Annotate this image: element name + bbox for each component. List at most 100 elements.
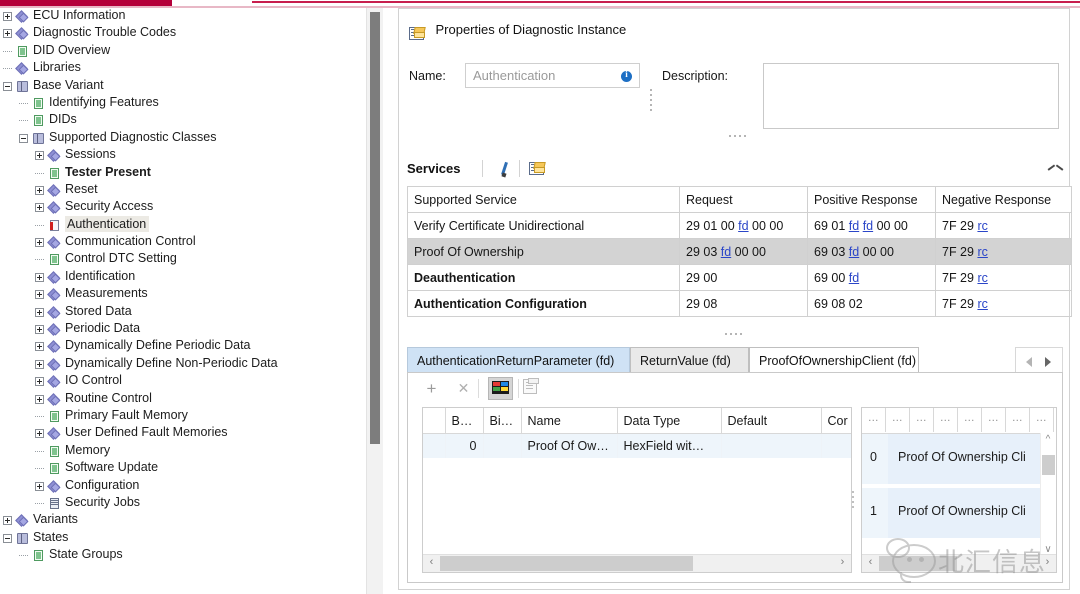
tree-toggle-expand-icon[interactable] — [34, 286, 47, 303]
tree-toggle-expand-icon[interactable] — [34, 391, 47, 408]
tree-item-io-control[interactable]: IO Control — [0, 373, 366, 390]
tree-toggle-expand-icon[interactable] — [34, 269, 47, 286]
value-grid[interactable]: … … … … … … … … 0 Proof Of Ownership Cli 1 Proof O… — [861, 407, 1057, 573]
horizontal-splitter-grip-top[interactable] — [729, 135, 751, 139]
parameter-grid-hscrollbar[interactable]: ‹ › — [423, 554, 851, 572]
value-grid-hscrollbar[interactable]: ‹ › — [862, 554, 1056, 572]
value-hscroll-thumb[interactable] — [879, 556, 957, 571]
tab-proofofownershipclient-fd-[interactable]: ProofOfOwnershipClient (fd) — [749, 347, 919, 374]
hex-link[interactable]: rc — [977, 245, 987, 259]
properties-icon-small[interactable] — [529, 161, 546, 177]
hscroll-left-arrow[interactable]: ‹ — [423, 555, 440, 571]
tree-item-stored-data[interactable]: Stored Data — [0, 304, 366, 321]
tab-nav-buttons[interactable] — [1015, 347, 1063, 373]
tree-item-ecu-information[interactable]: ECU Information — [0, 8, 366, 25]
hex-link[interactable]: rc — [977, 219, 987, 233]
vscroll-up-arrow[interactable]: ^ — [1041, 433, 1055, 447]
tree-item-dynamically-define-periodic-data[interactable]: Dynamically Define Periodic Data — [0, 338, 366, 355]
tree-item-configuration[interactable]: Configuration — [0, 478, 366, 495]
parameter-hscroll-thumb[interactable] — [440, 556, 693, 571]
tree-toggle-expand-icon[interactable] — [34, 234, 47, 251]
value-hscroll-right-arrow[interactable]: › — [1039, 555, 1056, 571]
tree-item-state-groups[interactable]: State Groups — [0, 547, 366, 564]
list-properties-icon[interactable] — [522, 378, 540, 396]
tree-item-user-defined-fault-memories[interactable]: User Defined Fault Memories — [0, 425, 366, 442]
value-col-header[interactable]: … — [982, 408, 1006, 432]
tab-next-icon[interactable] — [1045, 357, 1051, 367]
value-col-header[interactable]: … — [1006, 408, 1030, 432]
param-col-header[interactable]: Cor — [821, 408, 851, 434]
value-col-header[interactable]: … — [934, 408, 958, 432]
value-col-header[interactable]: … — [910, 408, 934, 432]
value-grid-row[interactable]: 0 Proof Of Ownership Cli — [862, 434, 1056, 484]
hex-link[interactable]: fd — [738, 219, 748, 233]
delete-row-button[interactable]: ✕ — [456, 381, 471, 396]
name-input[interactable]: Authentication — [465, 63, 640, 88]
services-col-header[interactable]: Positive Response — [807, 186, 936, 213]
tab-returnvalue-fd-[interactable]: ReturnValue (fd) — [630, 347, 749, 373]
value-vscroll-thumb[interactable] — [1042, 455, 1055, 475]
description-textarea[interactable] — [763, 63, 1059, 129]
tree-item-routine-control[interactable]: Routine Control — [0, 391, 366, 408]
tree-item-periodic-data[interactable]: Periodic Data — [0, 321, 366, 338]
param-col-header[interactable]: Default — [721, 408, 822, 434]
vertical-splitter-grip[interactable] — [650, 89, 653, 115]
tree-toggle-collapse-icon[interactable] — [18, 130, 31, 147]
tree-toggle-expand-icon[interactable] — [2, 25, 15, 42]
tree-toggle-expand-icon[interactable] — [34, 373, 47, 390]
tree-toggle-expand-icon[interactable] — [34, 182, 47, 199]
value-col-header[interactable]: … — [862, 408, 886, 432]
tree-item-reset[interactable]: Reset — [0, 182, 366, 199]
parameter-grid[interactable]: B… Bi… Name Data Type Default Cor 0 Proof Of O… — [422, 407, 852, 573]
param-col-header[interactable] — [423, 408, 446, 434]
value-col-header[interactable]: … — [886, 408, 910, 432]
param-col-header[interactable]: Data Type — [617, 408, 722, 434]
tree-item-identification[interactable]: Identification — [0, 269, 366, 286]
tree-item-primary-fault-memory[interactable]: Primary Fault Memory — [0, 408, 366, 425]
hex-link[interactable]: fd — [863, 219, 873, 233]
navigation-tree-pane[interactable]: ECU Information Diagnostic Trouble Codes D… — [0, 8, 366, 594]
chevron-up-icon[interactable] — [1048, 163, 1061, 176]
tree-toggle-expand-icon[interactable] — [2, 512, 15, 529]
tree-item-communication-control[interactable]: Communication Control — [0, 234, 366, 251]
tree-toggle-expand-icon[interactable] — [34, 304, 47, 321]
param-col-header[interactable]: Bi… — [483, 408, 522, 434]
tree-item-measurements[interactable]: Measurements — [0, 286, 366, 303]
value-hscroll-left-arrow[interactable]: ‹ — [862, 555, 879, 571]
tree-scrollbar-thumb[interactable] — [370, 12, 380, 444]
tree-item-states[interactable]: States — [0, 530, 366, 547]
tree-toggle-expand-icon[interactable] — [34, 425, 47, 442]
tree-item-software-update[interactable]: Software Update — [0, 460, 366, 477]
hex-link[interactable]: fd — [849, 271, 859, 285]
color-palette-icon[interactable] — [488, 377, 513, 400]
add-row-button[interactable]: + — [424, 380, 439, 397]
tree-item-control-dtc-setting[interactable]: Control DTC Setting — [0, 251, 366, 268]
services-col-header[interactable]: Supported Service — [407, 186, 680, 213]
tree-item-identifying-features[interactable]: Identifying Features — [0, 95, 366, 112]
hex-link[interactable]: rc — [977, 297, 987, 311]
tree-item-did-overview[interactable]: DID Overview — [0, 43, 366, 60]
hex-link[interactable]: fd — [849, 245, 859, 259]
tree-item-supported-diagnostic-classes[interactable]: Supported Diagnostic Classes — [0, 130, 366, 147]
tree-toggle-expand-icon[interactable] — [34, 478, 47, 495]
tree-toggle-collapse-icon[interactable] — [2, 530, 15, 547]
grid-splitter-grip[interactable] — [852, 491, 855, 513]
tree-item-memory[interactable]: Memory — [0, 443, 366, 460]
tree-item-diagnostic-trouble-codes[interactable]: Diagnostic Trouble Codes — [0, 25, 366, 42]
services-col-header[interactable]: Request — [679, 186, 808, 213]
param-table-row[interactable]: 0 Proof Of Ow… HexField wit… — [423, 433, 851, 458]
tree-toggle-expand-icon[interactable] — [2, 8, 15, 25]
tab-authenticationreturnparameter-fd-[interactable]: AuthenticationReturnParameter (fd) — [407, 347, 630, 373]
tree-toggle-expand-icon[interactable] — [34, 356, 47, 373]
hscroll-right-arrow[interactable]: › — [834, 555, 851, 571]
services-table-row[interactable]: Authentication Configuration 29 08 69 08 0… — [407, 290, 1072, 317]
horizontal-splitter-grip-bottom[interactable] — [725, 333, 747, 337]
tree-item-variants[interactable]: Variants — [0, 512, 366, 529]
tree-toggle-collapse-icon[interactable] — [2, 78, 15, 95]
tree-toggle-expand-icon[interactable] — [34, 338, 47, 355]
value-col-header[interactable]: … — [958, 408, 982, 432]
tree-item-tester-present[interactable]: Tester Present — [0, 165, 366, 182]
tree-item-authentication[interactable]: Authentication — [0, 215, 366, 234]
edit-pencil-icon[interactable] — [497, 161, 513, 178]
tree-toggle-expand-icon[interactable] — [34, 321, 47, 338]
